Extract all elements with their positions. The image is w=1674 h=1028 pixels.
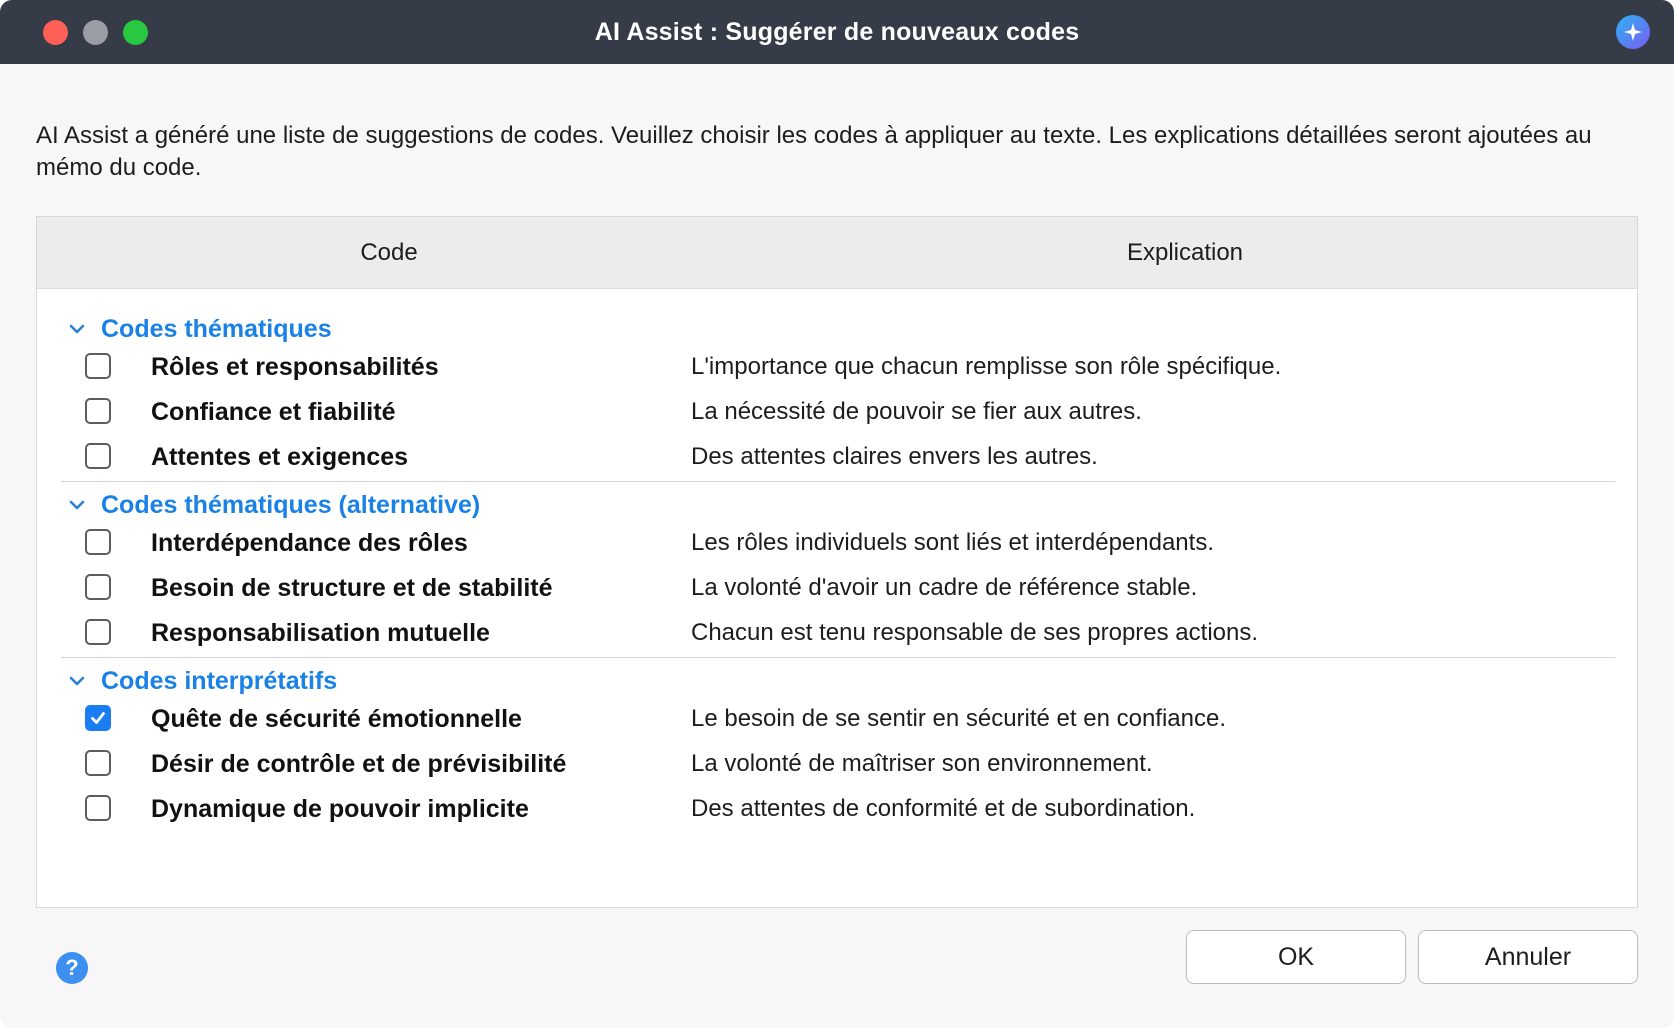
column-header-code[interactable]: Code bbox=[37, 217, 741, 289]
code-name: Besoin de structure et de stabilité bbox=[151, 574, 553, 602]
row-checkbox[interactable] bbox=[85, 574, 111, 600]
code-name: Interdépendance des rôles bbox=[151, 529, 468, 557]
title-bar: AI Assist : Suggérer de nouveaux codes bbox=[0, 0, 1674, 64]
table-row[interactable]: Dynamique de pouvoir implicite Des atten… bbox=[37, 789, 1637, 829]
table-header: Code Explication bbox=[37, 217, 1637, 289]
help-button[interactable]: ? bbox=[56, 952, 88, 984]
row-checkbox[interactable] bbox=[85, 795, 111, 821]
table-row[interactable]: Désir de contrôle et de prévisibilité La… bbox=[37, 744, 1637, 784]
window-title: AI Assist : Suggérer de nouveaux codes bbox=[594, 17, 1080, 46]
code-explanation: Le besoin de se sentir en sécurité et en… bbox=[691, 705, 1227, 732]
code-explanation: Les rôles individuels sont liés et inter… bbox=[691, 529, 1214, 556]
minimize-window-button[interactable] bbox=[83, 20, 108, 45]
ok-button[interactable]: OK bbox=[1186, 930, 1406, 984]
row-checkbox-checked[interactable] bbox=[85, 705, 111, 731]
code-explanation: La nécessité de pouvoir se fier aux autr… bbox=[691, 398, 1142, 425]
row-checkbox[interactable] bbox=[85, 353, 111, 379]
cancel-button[interactable]: Annuler bbox=[1418, 930, 1638, 984]
row-checkbox[interactable] bbox=[85, 443, 111, 469]
group-label: Codes thématiques (alternative) bbox=[101, 490, 481, 519]
table-row[interactable]: Interdépendance des rôles Les rôles indi… bbox=[37, 523, 1637, 563]
code-name: Responsabilisation mutuelle bbox=[151, 619, 490, 647]
row-checkbox[interactable] bbox=[85, 619, 111, 645]
group-divider bbox=[61, 481, 1615, 482]
code-name: Désir de contrôle et de prévisibilité bbox=[151, 750, 567, 778]
window-controls bbox=[43, 20, 148, 45]
code-name: Dynamique de pouvoir implicite bbox=[151, 795, 529, 823]
table-row[interactable]: Attentes et exigences Des attentes clair… bbox=[37, 437, 1637, 477]
codes-table: Code Explication Codes thématiques Rôles… bbox=[36, 216, 1638, 908]
code-name: Confiance et fiabilité bbox=[151, 398, 396, 426]
column-header-explanation[interactable]: Explication bbox=[741, 217, 1629, 289]
code-explanation: La volonté de maîtriser son environnemen… bbox=[691, 750, 1153, 777]
chevron-down-icon[interactable] bbox=[63, 667, 91, 695]
group-header-interpretive[interactable]: Codes interprétatifs bbox=[63, 663, 337, 699]
code-name: Rôles et responsabilités bbox=[151, 353, 439, 381]
table-row[interactable]: Besoin de structure et de stabilité La v… bbox=[37, 568, 1637, 608]
row-checkbox[interactable] bbox=[85, 529, 111, 555]
code-explanation: La volonté d'avoir un cadre de référence… bbox=[691, 574, 1198, 601]
code-explanation: L'importance que chacun remplisse son rô… bbox=[691, 353, 1282, 380]
code-explanation: Des attentes claires envers les autres. bbox=[691, 443, 1098, 470]
chevron-down-icon[interactable] bbox=[63, 315, 91, 343]
code-explanation: Des attentes de conformité et de subordi… bbox=[691, 795, 1196, 822]
table-row[interactable]: Confiance et fiabilité La nécessité de p… bbox=[37, 392, 1637, 432]
table-row[interactable]: Responsabilisation mutuelle Chacun est t… bbox=[37, 613, 1637, 653]
group-label: Codes interprétatifs bbox=[101, 666, 338, 695]
code-explanation: Chacun est tenu responsable de ses propr… bbox=[691, 619, 1259, 646]
table-row[interactable]: Quête de sécurité émotionnelle Le besoin… bbox=[37, 699, 1637, 739]
zoom-window-button[interactable] bbox=[123, 20, 148, 45]
checkmark-icon bbox=[91, 712, 105, 724]
group-header-thematic[interactable]: Codes thématiques bbox=[63, 311, 332, 347]
row-checkbox[interactable] bbox=[85, 398, 111, 424]
intro-text: AI Assist a généré une liste de suggesti… bbox=[36, 122, 1592, 181]
row-checkbox[interactable] bbox=[85, 750, 111, 776]
group-label: Codes thématiques bbox=[101, 314, 332, 343]
group-divider bbox=[61, 657, 1615, 658]
chevron-down-icon[interactable] bbox=[63, 491, 91, 519]
table-row[interactable]: Rôles et responsabilités L'importance qu… bbox=[37, 347, 1637, 387]
ai-assist-icon bbox=[1616, 15, 1650, 49]
close-window-button[interactable] bbox=[43, 20, 68, 45]
code-name: Attentes et exigences bbox=[151, 443, 409, 471]
group-header-thematic-alternative[interactable]: Codes thématiques (alternative) bbox=[63, 487, 480, 523]
code-name: Quête de sécurité émotionnelle bbox=[151, 705, 522, 733]
dialog-window: AI Assist : Suggérer de nouveaux codes A… bbox=[0, 0, 1674, 1028]
